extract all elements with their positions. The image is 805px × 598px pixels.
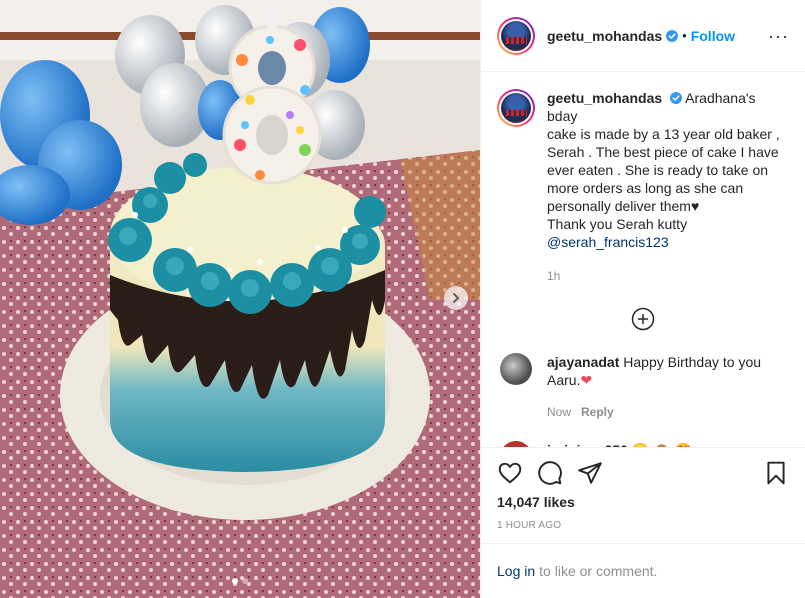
caption-text-line: more orders as long as she can: [547, 180, 744, 196]
caption-text-line: Serah . The best piece of cake I have: [547, 144, 779, 160]
load-more-comments-button[interactable]: [497, 307, 789, 331]
caption-body: geetu_mohandas Aradhana's bday cake is m…: [547, 89, 789, 285]
post-header: geetu_mohandas • Follow ···: [481, 0, 805, 72]
login-prompt: Log in to like or comment.: [481, 543, 805, 598]
caption: geetu_mohandas Aradhana's bday cake is m…: [497, 89, 789, 285]
author-username[interactable]: geetu_mohandas: [547, 28, 662, 44]
post-actions: 14,047 likes 1 HOUR AGO: [481, 447, 805, 531]
carousel-dot-active: [232, 578, 238, 584]
likes-count[interactable]: 14,047 likes: [497, 494, 789, 510]
post-image[interactable]: [0, 0, 480, 598]
comment-text: Happy Birthday to you: [623, 354, 762, 370]
reply-button[interactable]: Reply: [581, 405, 614, 419]
carousel-dot: [242, 578, 248, 584]
next-image-button[interactable]: [444, 286, 468, 310]
commenter-avatar[interactable]: [500, 353, 532, 385]
caption-username[interactable]: geetu_mohandas: [547, 90, 662, 106]
caption-author-avatar[interactable]: [497, 89, 535, 127]
caption-text-line: Thank you Serah kutty: [547, 216, 688, 232]
caption-text-line: personally deliver them♥: [547, 198, 700, 214]
comment-bubble-icon[interactable]: [537, 460, 563, 486]
verified-badge-icon: [670, 92, 683, 104]
author-avatar[interactable]: [497, 16, 535, 55]
chevron-right-icon: [453, 293, 460, 303]
login-prompt-text: to like or comment.: [539, 563, 658, 579]
separator-dot: •: [682, 28, 687, 43]
comment-meta: Now Reply: [547, 403, 761, 421]
commenter-username[interactable]: ajayanadat: [547, 354, 619, 370]
comment-text-cont: Aaru.: [547, 372, 581, 388]
comments-section[interactable]: geetu_mohandas Aradhana's bday cake is m…: [481, 73, 805, 447]
like-heart-icon[interactable]: [497, 460, 523, 486]
caption-text-line: ever eaten . She is ready to take on: [547, 162, 769, 178]
more-options-icon[interactable]: ···: [768, 27, 789, 45]
comment-item: ajayanadat Happy Birthday to you Aaru.❤ …: [497, 353, 789, 421]
comment-age[interactable]: Now: [547, 405, 571, 419]
cake-photo: [0, 0, 480, 598]
post-timestamp[interactable]: 1 HOUR AGO: [497, 520, 789, 531]
caption-text-line: cake is made by a 13 year old baker ,: [547, 126, 780, 142]
comment-body: ajayanadat Happy Birthday to you Aaru.❤ …: [547, 353, 761, 421]
carousel-indicator: [0, 578, 480, 584]
share-send-icon[interactable]: [577, 460, 603, 486]
verified-badge-icon: [666, 29, 679, 42]
post-details-panel: geetu_mohandas • Follow ··· geetu_mohand…: [480, 0, 805, 598]
heart-emoji: ❤: [580, 372, 593, 388]
follow-button[interactable]: Follow: [691, 28, 735, 44]
login-link[interactable]: Log in: [497, 563, 535, 579]
caption-mention-link[interactable]: @serah_francis123: [547, 234, 669, 250]
save-bookmark-icon[interactable]: [763, 460, 789, 486]
caption-age[interactable]: 1h: [547, 267, 789, 285]
plus-circle-icon: [631, 307, 655, 331]
